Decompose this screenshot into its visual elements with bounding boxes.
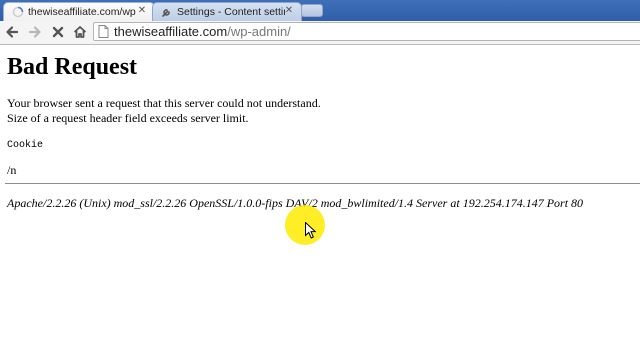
home-icon[interactable]	[72, 24, 88, 40]
error-message-line-1: Your browser sent a request that this se…	[7, 96, 321, 110]
page-title: Bad Request	[7, 54, 138, 80]
url-text: thewiseaffiliate.com/wp-admin/	[114, 24, 291, 39]
address-bar[interactable]: thewiseaffiliate.com/wp-admin/	[93, 22, 640, 41]
mouse-pointer-icon	[305, 222, 316, 239]
url-path: /wp-admin/	[227, 24, 291, 39]
url-domain: thewiseaffiliate.com	[114, 24, 228, 39]
new-tab-button[interactable]	[301, 4, 323, 17]
close-icon[interactable]	[50, 24, 66, 40]
tab-title: Settings - Content setting	[177, 6, 285, 18]
close-icon[interactable]: ✕	[136, 5, 148, 17]
tab-strip: thewiseaffiliate.com/wp-a ✕ Settings - C…	[0, 0, 640, 21]
close-icon[interactable]: ✕	[283, 5, 295, 17]
tab-settings[interactable]: Settings - Content setting ✕	[152, 2, 302, 21]
wrench-icon	[162, 9, 170, 17]
arrow-left-icon[interactable]	[4, 24, 20, 40]
tab-title: thewiseaffiliate.com/wp-a	[28, 6, 136, 18]
header-field-name: Cookie	[7, 140, 44, 151]
divider	[5, 183, 640, 184]
loading-spinner-icon	[12, 6, 24, 18]
arrow-right-icon[interactable]	[27, 24, 43, 40]
error-message-line-2: Size of a request header field exceeds s…	[7, 111, 249, 125]
tab-wiseaffiliate[interactable]: thewiseaffiliate.com/wp-a ✕	[3, 2, 155, 21]
page-content: Bad Request Your browser sent a request …	[0, 45, 640, 360]
browser-toolbar: thewiseaffiliate.com/wp-admin/	[0, 21, 640, 45]
header-field-value: /n	[7, 163, 17, 177]
page-icon	[98, 25, 109, 38]
error-message: Your browser sent a request that this se…	[7, 96, 321, 126]
